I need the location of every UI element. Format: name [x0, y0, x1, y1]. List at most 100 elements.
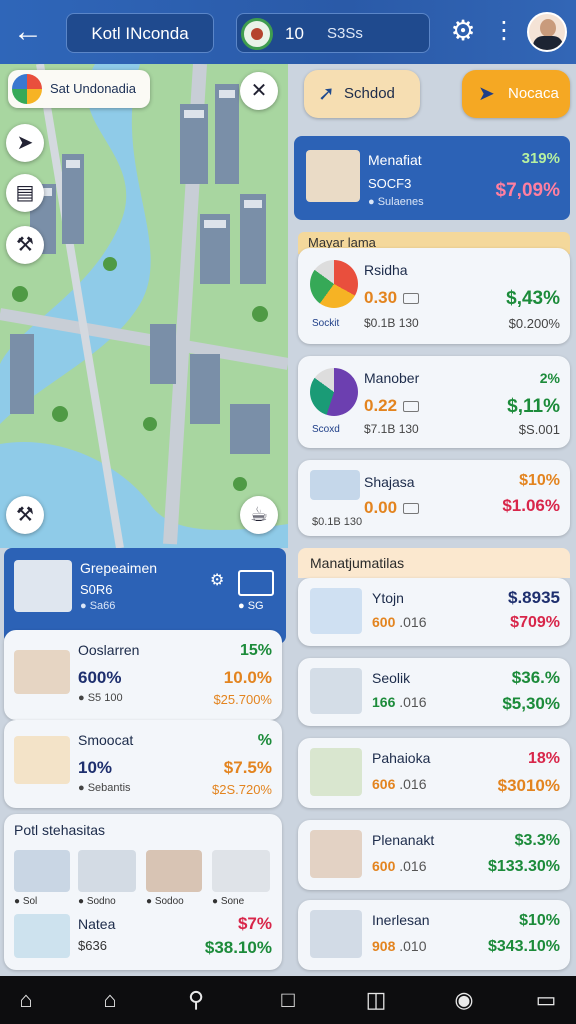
item-name: Rsidha: [364, 262, 408, 278]
item-name: Seolik: [372, 670, 411, 686]
building-thumbnail: [78, 850, 136, 892]
item-pct: $10%: [519, 472, 560, 489]
item-small: $0.1B 130: [364, 316, 419, 330]
camera-icon[interactable]: ◉: [444, 986, 484, 1014]
item-name: Natea: [78, 916, 116, 932]
more-vertical-icon[interactable]: ⋮: [492, 14, 516, 48]
gauge-icon: [310, 368, 358, 416]
properties-card[interactable]: Potl stehasitas ● Sol ● Sodno ● Sodoo ● …: [4, 814, 282, 970]
item-amount: $3010%: [497, 776, 560, 795]
item-name: Inerlesan: [372, 912, 430, 928]
featured-pct: 319%: [521, 150, 560, 167]
group-title: Grepeaimen: [80, 560, 158, 576]
item-pct2: 10.0%: [223, 668, 272, 687]
item-value: 600 .016: [372, 614, 427, 630]
bench-icon[interactable]: ▤: [6, 174, 44, 212]
item-value: $636: [78, 938, 107, 953]
item-tag: Scoxd: [312, 424, 340, 435]
thumb-label: ● Sodno: [78, 896, 116, 907]
building-thumbnail: [14, 560, 72, 612]
bottom-nav: ⌂ ⌂ ⚲ □ ◫ ◉ ▭: [0, 976, 576, 1024]
item-small: ● S5 100: [78, 692, 123, 704]
city-map[interactable]: Sat Undonadia ✕ ➤ ▤ ⚒ ⚒ ☕: [0, 64, 288, 548]
item-name: Plenanakt: [372, 832, 435, 848]
group-status2: ● SG: [238, 600, 264, 612]
group-sub: S0R6: [80, 582, 113, 597]
item-pct2: $,11%: [507, 396, 560, 417]
settings-icon[interactable]: ⚙: [210, 570, 224, 590]
logo-icon: [241, 18, 273, 50]
tools-icon[interactable]: ⚒: [6, 496, 44, 534]
thumb-label: ● Sodoo: [146, 896, 184, 907]
item-pct2: $7.5%: [223, 758, 272, 777]
schedule-button[interactable]: ➚ Schdod: [304, 70, 420, 118]
list-item[interactable]: Rsidha 0.30 $0.1B 130 Sockit $,43% $0.20…: [298, 248, 570, 344]
list-item[interactable]: Plenanakt 600 .016 $3.3% $133.30%: [298, 820, 570, 890]
item-name: Smoocat: [78, 732, 134, 748]
avatar[interactable]: [527, 12, 567, 52]
item-tag: Sockit: [312, 318, 340, 329]
item-pct: $,43%: [506, 288, 560, 309]
featured-status: ● Sulaenes: [368, 196, 424, 208]
list-item[interactable]: Ytojn 600 .016 $.8935 $709%: [298, 578, 570, 646]
featured-card[interactable]: Menafiat SOCF3 ● Sulaenes 319% $7,09%: [294, 136, 570, 220]
navigate-button[interactable]: ➤ Nocaca: [462, 70, 570, 118]
send-icon: ➤: [478, 83, 495, 105]
group-status: ● Sa66: [80, 600, 116, 612]
list-icon[interactable]: [238, 570, 274, 596]
item-value: 166 .016: [372, 694, 427, 710]
folder-icon[interactable]: ▭: [526, 986, 566, 1014]
book-icon[interactable]: ◫: [356, 986, 396, 1014]
item-amount: $25.700%: [213, 692, 272, 707]
item-value: 0.30: [364, 288, 420, 308]
item-small: ● Sebantis: [78, 782, 131, 794]
list-item[interactable]: Ooslarren 600% ● S5 100 15% 10.0% $25.70…: [4, 630, 282, 720]
item-name: Shajasa: [364, 474, 415, 490]
search-icon[interactable]: ⚲: [176, 986, 216, 1014]
gear-icon[interactable]: ⚙: [446, 14, 480, 48]
item-pct: 2%: [539, 370, 560, 386]
item-amount: $0.200%: [508, 316, 560, 331]
thumb-label: ● Sol: [14, 896, 38, 907]
item-value: 908 .010: [372, 938, 427, 954]
list-item[interactable]: Shajasa 0.00 $0.1B 130 $10% $1.06%: [298, 460, 570, 536]
chip-label: Schdod: [344, 85, 395, 102]
list-item[interactable]: Inerlesan 908 .010 $10% $343.10%: [298, 900, 570, 970]
pin-icon[interactable]: ➤: [6, 124, 44, 162]
location-label-pill[interactable]: Sat Undonadia: [8, 70, 150, 108]
item-small: $0.1B 130: [312, 516, 363, 528]
item-value: 600 .016: [372, 858, 427, 874]
list-item[interactable]: Manober 0.22 $7.1B 130 Scoxd 2% $,11% $S…: [298, 356, 570, 448]
chip-label: Nocaca: [508, 85, 559, 102]
building-thumbnail: [306, 150, 360, 202]
item-amount: $133.30%: [487, 858, 560, 875]
square-icon[interactable]: □: [268, 986, 308, 1014]
building-thumbnail: [14, 914, 70, 958]
building-thumbnail: [212, 850, 270, 892]
watering-can-icon[interactable]: ☕: [240, 496, 278, 534]
crane-icon[interactable]: ⚒: [6, 226, 44, 264]
building-thumbnail: [310, 470, 360, 500]
gauge-icon: [310, 260, 358, 308]
stats-pill[interactable]: 10 S3Ss: [236, 13, 430, 53]
right-panel: ➚ Schdod ➤ Nocaca Menafiat SOCF3 ● Sulae…: [288, 64, 576, 976]
item-name: Ytojn: [372, 590, 404, 606]
featured-sub: SOCF3: [368, 176, 412, 191]
arrow-left-icon[interactable]: ←: [10, 14, 46, 50]
item-pct: 18%: [527, 750, 560, 767]
close-icon[interactable]: ✕: [240, 72, 278, 110]
building-thumbnail: [310, 830, 362, 878]
list-item[interactable]: Smoocat 10% ● Sebantis % $7.5% $2S.720%: [4, 720, 282, 808]
left-panel: Grepeaimen S0R6 ● Sa66 ⚙ ● SG Ooslarren …: [0, 548, 288, 976]
item-pct: $.8935: [508, 588, 560, 607]
item-value: 0.00: [364, 498, 420, 518]
list-item[interactable]: Pahaioka 606 .016 18% $3010%: [298, 738, 570, 808]
app-title[interactable]: Kotl INconda: [66, 13, 214, 53]
item-value: 600%: [78, 668, 122, 687]
top-bar: ← Kotl INconda 10 S3Ss ⚙ ⋮: [0, 0, 576, 64]
location-logo-icon: [12, 74, 42, 104]
house-icon[interactable]: ⌂: [90, 986, 130, 1014]
home-icon[interactable]: ⌂: [6, 986, 46, 1014]
item-pct: $3.3%: [514, 832, 560, 849]
list-item[interactable]: Seolik 166 .016 $36.% $5,30%: [298, 658, 570, 726]
